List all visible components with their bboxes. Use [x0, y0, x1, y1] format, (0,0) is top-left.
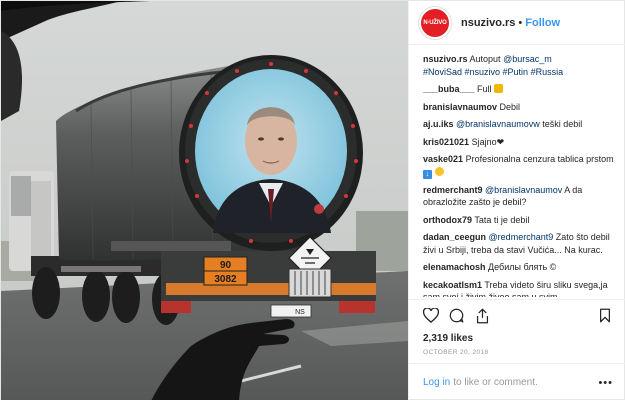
- comment-item: aj.u.iks @branislavnaumovw teški debil: [423, 118, 619, 131]
- comment-text: Debil: [499, 101, 521, 112]
- comment-text: teški debil: [539, 119, 583, 129]
- comment-username[interactable]: kecakoatlsm1: [423, 280, 482, 290]
- heart-icon[interactable]: [422, 307, 440, 328]
- tanker-truck-photo: 90 3082 NS: [1, 1, 408, 400]
- comment-item: ___buba___ Full: [423, 83, 619, 96]
- rear-plate-text: NS: [295, 309, 305, 316]
- comment-item: redmerchant9 @branislavnaumov A da obraz…: [423, 184, 619, 209]
- share-icon[interactable]: [475, 308, 490, 329]
- down-arrow-emoji: ↓: [423, 169, 432, 179]
- comment-text: Full: [477, 84, 492, 94]
- caption-hashtags[interactable]: #NoviSad #nsuzivo #Putin #Russia: [423, 67, 563, 77]
- follow-button[interactable]: Follow: [525, 17, 560, 29]
- comment-item: orthodox79 Tata ti je debil: [423, 214, 619, 227]
- comment-text: Profesionalna cenzura tablica prstom: [465, 154, 614, 164]
- post-date[interactable]: OCTOBER 20, 2018: [423, 349, 489, 356]
- caption-username[interactable]: nsuzivo.rs: [423, 54, 468, 64]
- comment-mention[interactable]: @branislavnaumovw: [456, 119, 540, 129]
- header-username[interactable]: nsuzivo.rs: [461, 17, 515, 29]
- more-options-icon[interactable]: •••: [598, 377, 613, 389]
- comment-mention[interactable]: @branislavnaumov: [485, 185, 562, 195]
- login-footer: Log in to like or comment. •••: [409, 363, 625, 400]
- bookmark-icon[interactable]: [599, 308, 611, 328]
- comment-list[interactable]: nsuzivo.rs Autoput @bursac_m #NoviSad #n…: [409, 53, 625, 297]
- comment-text: Sjajno: [471, 136, 497, 147]
- comment-username[interactable]: vaske021: [423, 154, 463, 164]
- comment-username[interactable]: branislavnaumov: [423, 102, 497, 112]
- post-header: N·UŽIVO nsuzivo.rs • Follow: [409, 1, 625, 45]
- comment-item: dadan_ceegun @redmerchant9 Zato što debi…: [423, 231, 619, 256]
- header-dot: •: [518, 16, 523, 29]
- caption-text: Autoput: [469, 54, 504, 64]
- comment-username[interactable]: elenamachosh: [423, 262, 486, 272]
- comment-item: kecakoatlsm1 Treba videto širu sliku sve…: [423, 279, 619, 298]
- heart-emoji: ❤: [496, 136, 505, 147]
- login-link[interactable]: Log in: [423, 377, 450, 388]
- comment-username[interactable]: aj.u.iks: [423, 119, 454, 129]
- avatar-logo-text: N·UŽIVO: [423, 19, 447, 26]
- comment-username[interactable]: ___buba___: [423, 84, 475, 94]
- comment-username[interactable]: redmerchant9: [423, 185, 483, 195]
- comment-username[interactable]: orthodox79: [423, 215, 472, 225]
- comment-text: Tata ti je debil: [474, 214, 530, 225]
- avatar[interactable]: N·UŽIVO: [419, 6, 451, 39]
- comment-item: branislavnaumov Debil: [423, 101, 619, 114]
- login-prompt-text: to like or comment.: [453, 377, 538, 388]
- comment-item: vaske021 Profesionalna cenzura tablica p…: [423, 153, 619, 179]
- comment-item: elenamachosh Дебилы блять ©: [423, 261, 619, 274]
- comment-item: kris021021 Sjajno❤: [423, 136, 619, 149]
- thumbs-up-emoji: [494, 84, 504, 93]
- post-frame: 90 3082 NS N·UŽIVO nsuzivo.rs • Follow n…: [0, 0, 625, 400]
- comment-username[interactable]: kris021021: [423, 137, 469, 147]
- caption-mention[interactable]: @bursac_m: [503, 54, 552, 64]
- comment-username[interactable]: dadan_ceegun: [423, 232, 486, 242]
- caption: nsuzivo.rs Autoput @bursac_m #NoviSad #n…: [423, 53, 619, 78]
- comment-icon[interactable]: [449, 308, 464, 328]
- plate-bottom-text: 3082: [214, 274, 237, 285]
- post-photo: 90 3082 NS: [1, 1, 408, 400]
- plate-top-text: 90: [220, 260, 232, 271]
- comment-text: Дебилы блять: [488, 262, 548, 272]
- post-side-panel: N·UŽIVO nsuzivo.rs • Follow nsuzivo.rs A…: [408, 1, 625, 400]
- sweat-smile-emoji: [434, 166, 444, 176]
- action-bar: [409, 299, 625, 331]
- copyright-emoji: ©: [549, 262, 557, 272]
- comment-mention[interactable]: @redmerchant9: [489, 232, 554, 242]
- like-count[interactable]: 2,319 likes: [423, 333, 473, 344]
